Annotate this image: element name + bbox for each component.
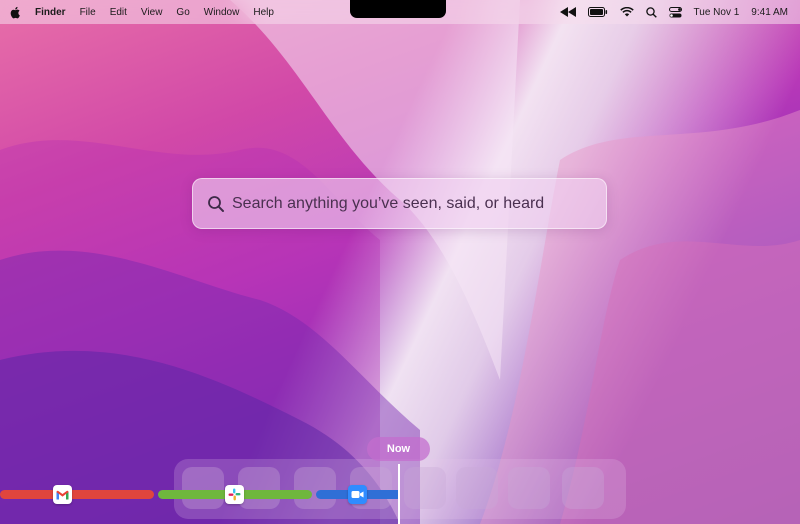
search-bar[interactable]: Search anything you’ve seen, said, or he… [192, 178, 607, 229]
now-button[interactable]: Now [367, 437, 430, 461]
menu-file[interactable]: File [80, 7, 96, 18]
camera-notch [350, 0, 446, 18]
control-center-icon[interactable] [668, 6, 682, 18]
dock-preview-app [562, 467, 604, 509]
menu-bar-left: Finder File Edit View Go Window Help [9, 6, 288, 19]
timeline-segment-gmail[interactable] [0, 490, 154, 499]
dock-preview-app [404, 467, 446, 509]
menu-bar-status: Tue Nov 1 9:41 AM [548, 6, 788, 18]
menu-time[interactable]: 9:41 AM [751, 7, 788, 18]
search-input[interactable]: Search anything you’ve seen, said, or he… [232, 195, 544, 213]
menu-edit[interactable]: Edit [110, 7, 127, 18]
rewind-icon[interactable] [559, 7, 576, 17]
wifi-icon[interactable] [619, 7, 634, 17]
gmail-icon[interactable] [53, 485, 72, 504]
apple-logo-icon[interactable] [9, 6, 21, 19]
battery-icon[interactable] [587, 7, 608, 17]
dock-preview-app [508, 467, 550, 509]
menu-app-name[interactable]: Finder [35, 7, 66, 18]
spotlight-search-icon[interactable] [645, 6, 657, 18]
dock-preview-app [294, 467, 336, 509]
menu-view[interactable]: View [141, 7, 163, 18]
menu-window[interactable]: Window [204, 7, 240, 18]
menu-date[interactable]: Tue Nov 1 [694, 7, 740, 18]
dock-preview-app [182, 467, 224, 509]
zoom-icon[interactable] [348, 485, 367, 504]
search-icon [208, 195, 224, 212]
menu-help[interactable]: Help [253, 7, 274, 18]
timeline-playhead[interactable] [398, 464, 400, 524]
dock-preview-app [238, 467, 280, 509]
dock-preview-app [456, 467, 498, 509]
slack-icon[interactable] [225, 485, 244, 504]
menu-go[interactable]: Go [176, 7, 189, 18]
